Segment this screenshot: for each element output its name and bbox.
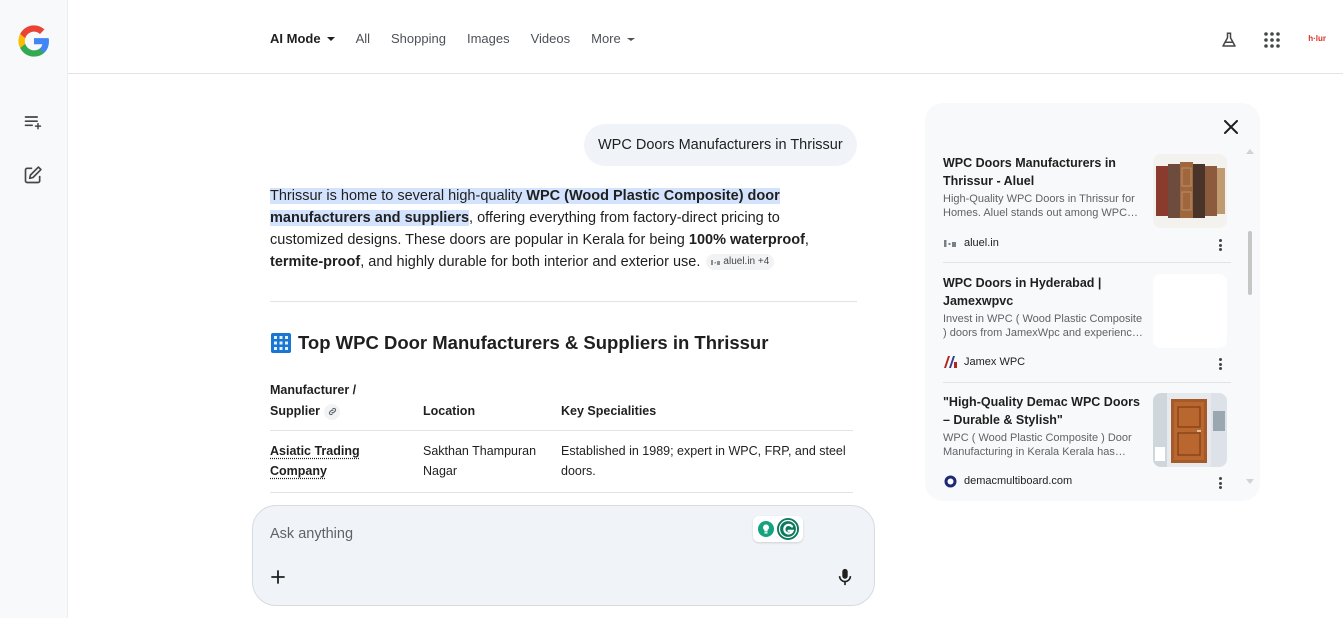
card-divider [943,382,1231,383]
source-card-thumbnail[interactable] [1153,274,1227,348]
tab-shopping[interactable]: Shopping [391,30,446,48]
history-icon[interactable] [20,109,46,135]
aluel-favicon-icon [711,259,721,265]
google-logo[interactable] [17,24,51,58]
tab-images[interactable]: Images [467,30,510,48]
table-header-location: Location [423,404,476,418]
more-options-icon[interactable] [1215,476,1225,490]
tab-videos[interactable]: Videos [531,30,571,48]
apps-grid-icon[interactable] [1261,29,1283,51]
left-rail [0,0,68,618]
link-icon[interactable] [324,403,341,420]
more-options-icon[interactable] [1215,357,1225,371]
section-title: Top WPC Door Manufacturers & Suppliers i… [270,332,768,354]
more-options-icon[interactable] [1215,238,1225,252]
add-attachment-button[interactable] [267,566,289,588]
chevron-down-icon [326,37,335,41]
avatar[interactable]: h·lur [1308,34,1326,43]
grammarly-logo-icon [776,518,799,540]
wpc-doors-image [1153,154,1227,228]
ai-answer-paragraph: Thrissur is home to several high-quality… [270,188,809,271]
scroll-up-arrow-icon[interactable] [1246,149,1254,154]
new-chat-icon[interactable] [20,162,46,188]
source-card-title[interactable]: WPC Doors in Hyderabad | Jamexwpvc [943,274,1143,310]
top-nav: AI Mode All Shopping Images Videos More … [68,0,1343,74]
tab-ai-mode[interactable]: AI Mode [270,30,335,48]
ask-input[interactable] [270,523,750,545]
source-card[interactable]: WPC Doors in Hyderabad | Jamexwpvc Inves… [943,274,1233,379]
close-icon [1224,120,1238,134]
source-card-site: Jamex WPC [943,355,1025,369]
microphone-icon [838,568,852,586]
demac-door-image [1153,393,1227,467]
table-rule [270,492,853,493]
table-cell-manufacturer-link[interactable]: Asiatic Trading Company [270,441,390,481]
search-tabs: AI Mode All Shopping Images Videos More [270,30,656,48]
scroll-down-arrow-icon[interactable] [1246,479,1254,484]
section-divider [270,301,857,302]
card-divider [943,262,1231,263]
source-card-description: WPC ( Wood Plastic Composite ) Door Manu… [943,432,1132,458]
grammarly-bulb-icon [757,521,774,537]
jamex-favicon-icon [943,355,957,369]
source-card[interactable]: "High-Quality Demac WPC Doors – Durable … [943,393,1233,498]
source-card-site: demacmultiboard.com [943,474,1072,488]
office-building-icon [271,333,291,353]
source-chip[interactable]: aluel.in +4 [706,254,775,271]
table-cell-specialities: Established in 1989; expert in WPC, FRP,… [561,444,846,478]
tab-more[interactable]: More [591,30,635,48]
source-card-description: High-Quality WPC Doors in Thrissur for H… [943,193,1135,219]
voice-input-button[interactable] [834,566,856,588]
table-rule [270,430,853,431]
source-card-title[interactable]: WPC Doors Manufacturers in Thrissur - Al… [943,154,1143,190]
panel-scrollbar-thumb[interactable] [1248,231,1252,295]
source-card-thumbnail[interactable] [1153,154,1227,228]
grammarly-widget[interactable] [753,516,803,542]
source-card-title[interactable]: "High-Quality Demac WPC Doors – Durable … [943,393,1143,429]
plus-icon [271,570,285,584]
source-card-description: Invest in WPC ( Wood Plastic Composite )… [943,313,1143,339]
user-query-bubble: WPC Doors Manufacturers in Thrissur [584,124,857,166]
chevron-down-icon [626,37,635,41]
panel-scrollbar[interactable] [1245,151,1252,487]
ask-box [252,505,875,606]
demac-favicon-icon [943,474,957,488]
aluel-favicon-icon [943,236,957,250]
table-cell-location: Sakthan Thampuran Nagar [423,444,537,478]
source-card-site: aluel.in [943,236,999,250]
source-card-thumbnail[interactable] [1153,393,1227,467]
sources-panel: WPC Doors Manufacturers in Thrissur - Al… [925,103,1260,501]
source-card[interactable]: WPC Doors Manufacturers in Thrissur - Al… [943,154,1233,259]
table-header-specialities: Key Specialities [561,404,657,418]
tab-all[interactable]: All [356,30,370,48]
labs-flask-icon[interactable] [1218,29,1240,51]
table-header-manufacturer: Manufacturer / Supplier [270,383,357,420]
highlighted-text: Thrissur is home to several high-quality [270,188,527,204]
close-panel-button[interactable] [1221,117,1241,137]
